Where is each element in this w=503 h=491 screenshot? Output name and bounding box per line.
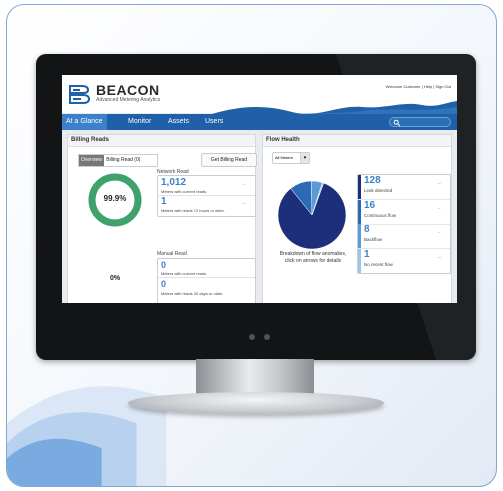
flow-item-count: 1	[364, 248, 370, 260]
flow-item-arrow-icon[interactable]: →	[436, 205, 442, 211]
flow-item-arrow-icon[interactable]: →	[436, 229, 442, 235]
network-old-count: 1	[161, 196, 167, 207]
tab-monitor[interactable]: Monitor	[128, 114, 151, 130]
billing-view-tabs: Overview Billing Read (0)	[78, 154, 158, 167]
flow-item-count: 8	[364, 224, 370, 235]
flow-item-row[interactable]: 16 Continuous flow →	[358, 199, 450, 225]
search-input[interactable]	[389, 117, 451, 127]
flow-pie-caption: Breakdown of flow anomalies, click on ar…	[279, 251, 347, 264]
flow-item-count: 128	[364, 175, 381, 186]
billing-panel-title: Billing Reads	[68, 135, 255, 147]
meter-filter-select[interactable]: All Meters ▾	[272, 152, 310, 164]
flow-item-label: Leak detected	[364, 188, 393, 193]
flow-item-color-bar	[358, 199, 361, 224]
flow-item-row[interactable]: 8 Backflow →	[358, 224, 450, 249]
network-current-arrow-icon[interactable]: →	[241, 181, 247, 187]
flow-item-color-bar	[358, 224, 361, 248]
tab-overview[interactable]: Overview	[79, 155, 104, 166]
flow-item-row[interactable]: 128 Leak detected →	[358, 175, 450, 200]
manual-read-percent: 0%	[109, 275, 121, 282]
brand-name: BEACON	[96, 82, 160, 98]
monitor-stand-base	[128, 392, 384, 414]
meter-filter-value: All Meters	[275, 155, 293, 160]
monitor-indicator-right	[264, 334, 270, 340]
flow-item-label: No recent flow	[364, 261, 393, 267]
manual-old-label: Meters with reads 30 days or older.	[161, 291, 224, 296]
network-current-count: 1,012	[161, 177, 187, 188]
tab-billing-read[interactable]: Billing Read (0)	[105, 155, 141, 166]
network-old-label: Meters with reads 72 hours or older.	[161, 208, 225, 213]
billing-reads-panel: Billing Reads Overview Billing Read (0) …	[67, 134, 257, 303]
flow-item-row[interactable]: 1 No recent flow →	[358, 248, 450, 273]
network-old-arrow-icon[interactable]: →	[241, 200, 247, 206]
flow-item-arrow-icon[interactable]: →	[436, 254, 442, 260]
flow-item-label: Continuous flow	[364, 212, 397, 218]
manual-read-box: 0 Meters with current reads. 0 Meters wi…	[157, 258, 256, 303]
flow-anomaly-pie	[277, 180, 347, 250]
network-current-label: Meters with current reads.	[161, 189, 208, 194]
monitor-indicator-left	[249, 334, 255, 340]
tab-assets[interactable]: Assets	[168, 114, 189, 130]
tab-at-a-glance[interactable]: At a Glance	[62, 114, 107, 130]
tab-users[interactable]: Users	[205, 114, 223, 130]
get-billing-read-button[interactable]: Get Billing Read	[201, 153, 257, 167]
search-icon	[393, 119, 401, 127]
flow-item-arrow-icon[interactable]: →	[436, 180, 442, 186]
network-read-percent: 99.9%	[103, 194, 127, 203]
flow-panel-title: Flow Health	[263, 135, 451, 147]
welcome-links[interactable]: Welcome Customer | Help | Sign Out	[386, 84, 451, 89]
flow-item-count: 16	[364, 199, 376, 211]
flow-health-panel: Flow Health All Meters ▾ Breakdown of fl…	[262, 134, 452, 303]
chevron-down-icon: ▾	[300, 153, 309, 163]
manual-old-count: 0	[161, 279, 167, 289]
flow-item-color-bar	[358, 175, 361, 199]
network-read-box: 1,012 Meters with current reads. → 1 Met…	[157, 175, 256, 217]
flow-anomaly-list: 128 Leak detected → 16 Continuous flow → 8 Back…	[357, 174, 451, 274]
manual-current-label: Meters with current reads.	[161, 271, 208, 276]
manual-read-title: Manual Read	[157, 251, 187, 257]
flow-item-label: Backflow	[364, 237, 383, 242]
flow-item-color-bar	[358, 248, 361, 273]
manual-current-count: 0	[161, 260, 167, 270]
app-screen: BEACON Advanced Metering Analytics Welco…	[62, 75, 457, 303]
